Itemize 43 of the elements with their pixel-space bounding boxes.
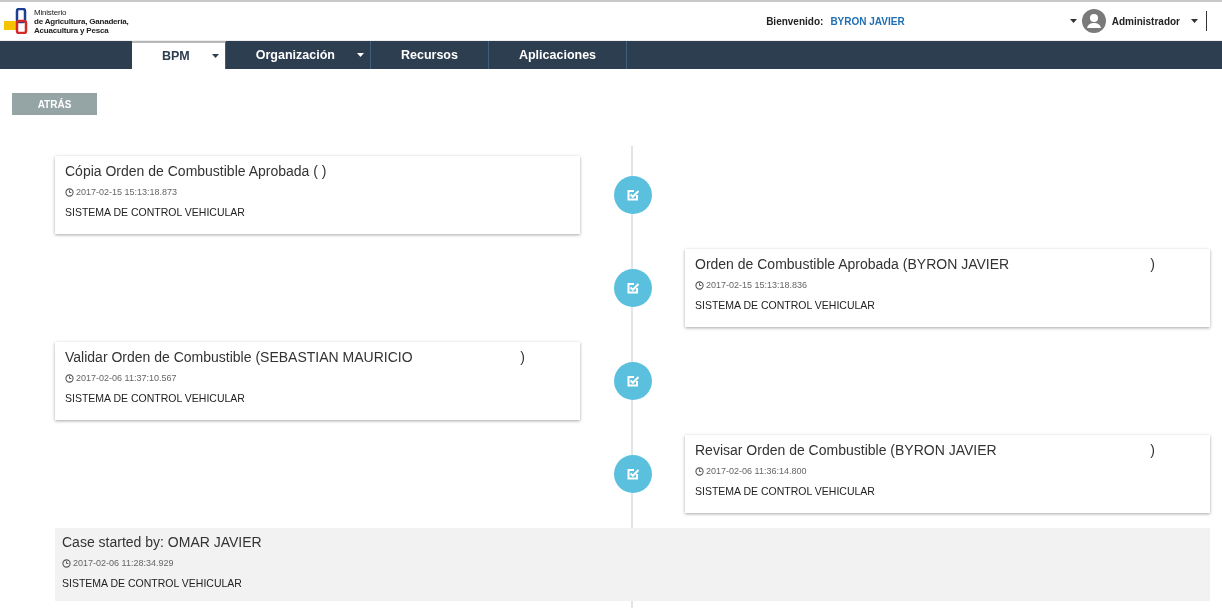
caret-icon <box>1191 19 1198 23</box>
event-timestamp: 2017-02-06 11:36:14.800 <box>706 466 807 476</box>
clock-icon <box>695 466 704 476</box>
check-circle-icon <box>613 455 652 493</box>
event-title-closing: ) <box>1150 256 1155 272</box>
check-circle-icon <box>613 362 652 400</box>
event-timestamp: 2017-02-15 15:13:18.873 <box>76 187 178 197</box>
logo-text: Ministerio <box>34 7 68 17</box>
caret-icon <box>211 54 219 58</box>
nav-tab[interactable]: Recursos <box>370 41 489 69</box>
user-avatar-icon[interactable] <box>1081 9 1106 33</box>
user-name: BYRON JAVIER <box>830 15 905 27</box>
nav-tab[interactable]: Aplicaciones <box>488 41 628 69</box>
logo-text: de Agricultura, Ganadería, <box>34 16 129 26</box>
nav-tab[interactable]: BPM <box>132 41 226 69</box>
clock-icon <box>65 187 74 197</box>
event-title: Revisar Orden de Combustible (BYRON JAVIER <box>695 442 997 458</box>
event-title-closing: ) <box>1150 442 1155 458</box>
event-system: SISTEMA DE CONTROL VEHICULAR <box>62 577 243 589</box>
event-title: Validar Orden de Combustible (SEBASTIAN MAURICIO <box>65 349 413 365</box>
event-timestamp: 2017-02-06 11:28:34.929 <box>73 558 174 568</box>
nav-tab[interactable]: Organización <box>225 41 371 69</box>
clock-icon <box>695 280 704 290</box>
check-circle-icon <box>613 269 652 307</box>
case-start-title: Case started by: OMAR JAVIER <box>62 534 262 550</box>
event-system: SISTEMA DE CONTROL VEHICULAR <box>65 392 246 404</box>
caret-icon <box>1069 19 1077 23</box>
welcome-label: Bienvenido: <box>766 15 824 27</box>
event-title-closing: ) <box>520 349 525 365</box>
event-title: Cópia Orden de Combustible Aprobada ( ) <box>65 163 327 179</box>
event-system: SISTEMA DE CONTROL VEHICULAR <box>65 206 246 218</box>
clock-icon <box>65 373 74 383</box>
caret-icon <box>356 53 364 57</box>
role-menu[interactable]: Administrador <box>1111 15 1180 27</box>
event-title: Orden de Combustible Aprobada (BYRON JAVIER <box>695 256 1010 272</box>
event-timestamp: 2017-02-06 11:37:10.567 <box>76 373 177 383</box>
event-system: SISTEMA DE CONTROL VEHICULAR <box>695 485 876 497</box>
clock-icon <box>62 558 71 568</box>
ministry-logo-icon <box>4 8 30 34</box>
logo-text: Acuacultura y Pesca <box>34 25 109 35</box>
event-system: SISTEMA DE CONTROL VEHICULAR <box>695 299 876 311</box>
check-circle-icon <box>613 176 652 214</box>
event-timestamp: 2017-02-15 15:13:18.836 <box>706 280 808 290</box>
